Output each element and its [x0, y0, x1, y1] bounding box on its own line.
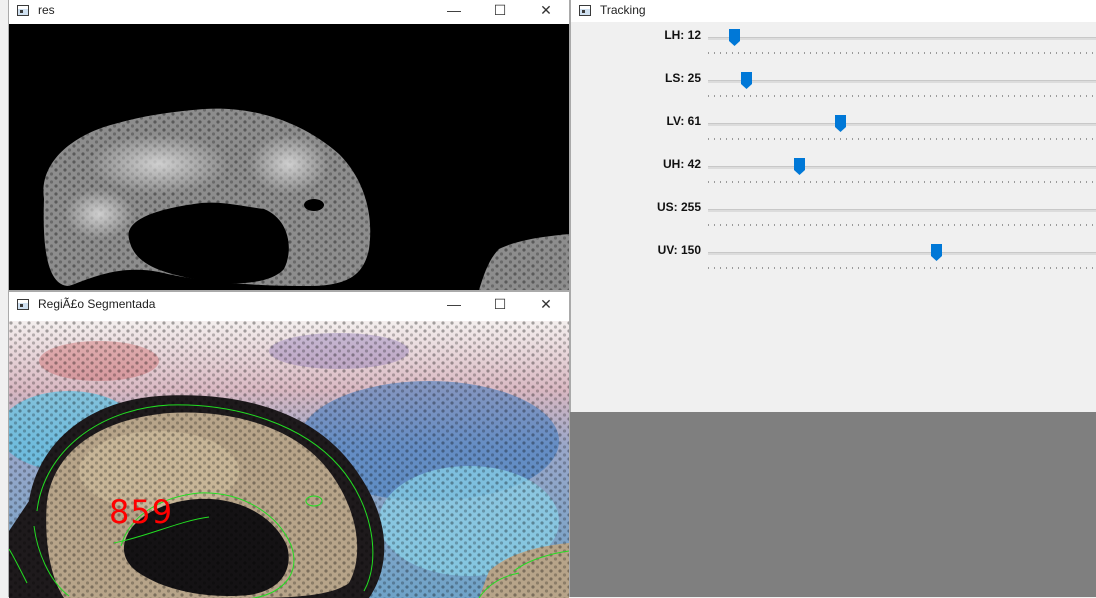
res-image	[9, 24, 569, 290]
trackbar-ticks	[708, 138, 1096, 140]
trackbar-row: UH: 42	[571, 155, 1096, 198]
trackbar-label: LS: 25	[664, 71, 701, 85]
trackbar-label: UV: 150	[657, 243, 701, 257]
segmented-count-label: 859	[109, 493, 174, 531]
trackbar-track[interactable]	[708, 209, 1096, 212]
trackbar-label: UH: 42	[662, 157, 701, 171]
segmented-image: 859	[9, 321, 569, 598]
trackbar-track[interactable]	[708, 166, 1096, 169]
tracking-window[interactable]: Tracking LH: 12 LS: 25 LV: 61 UH: 42 US: 255…	[570, 0, 1096, 412]
trackbar-thumb[interactable]	[729, 29, 740, 46]
trackbar-track[interactable]	[708, 123, 1096, 126]
trackbar-list: LH: 12 LS: 25 LV: 61 UH: 42 US: 255 UV: 150	[571, 26, 1096, 284]
trackbar-row: UV: 150	[571, 241, 1096, 284]
trackbar-thumb[interactable]	[794, 158, 806, 175]
trackbar-label: US: 255	[656, 200, 701, 214]
trackbar-track[interactable]	[708, 37, 1096, 40]
trackbar-row: LH: 12	[571, 26, 1096, 69]
res-mask-image	[43, 108, 569, 290]
res-window-title: res	[38, 3, 55, 17]
close-button[interactable]: ✕	[523, 0, 569, 22]
minimize-button[interactable]: —	[431, 0, 477, 22]
tracking-window-title: Tracking	[600, 3, 646, 17]
maximize-button[interactable]: ☐	[477, 292, 523, 316]
segmented-titlebar[interactable]: RegiÃ£o Segmentada — ☐ ✕	[9, 292, 569, 316]
trackbar-thumb[interactable]	[835, 115, 847, 132]
trackbar-ticks	[708, 181, 1096, 183]
empty-workspace-area	[570, 412, 1096, 597]
trackbar-ticks	[708, 95, 1096, 97]
window-app-icon	[17, 298, 29, 310]
trackbar-thumb[interactable]	[931, 244, 943, 261]
trackbar-thumb[interactable]	[741, 72, 753, 89]
window-app-icon	[579, 4, 591, 16]
tracking-titlebar[interactable]: Tracking	[571, 0, 1096, 22]
trackbar-label: LV: 61	[666, 114, 701, 128]
trackbar-row: LV: 61	[571, 112, 1096, 155]
trackbar-track[interactable]	[708, 80, 1096, 83]
trackbar-row: LS: 25	[571, 69, 1096, 112]
trackbar-ticks	[708, 267, 1096, 269]
window-app-icon	[17, 4, 29, 16]
maximize-button[interactable]: ☐	[477, 0, 523, 22]
trackbar-ticks	[708, 224, 1096, 226]
close-button[interactable]: ✕	[523, 292, 569, 316]
res-window[interactable]: res — ☐ ✕	[8, 0, 570, 291]
trackbar-row: US: 255	[571, 198, 1096, 241]
trackbar-ticks	[708, 52, 1096, 54]
segmented-window-title: RegiÃ£o Segmentada	[38, 297, 156, 311]
segmented-window[interactable]: RegiÃ£o Segmentada — ☐ ✕ 859	[8, 291, 570, 598]
minimize-button[interactable]: —	[431, 292, 477, 316]
res-titlebar[interactable]: res — ☐ ✕	[9, 0, 569, 22]
trackbar-label: LH: 12	[664, 28, 701, 42]
trackbar-track[interactable]	[708, 252, 1096, 255]
segmented-photo	[9, 321, 569, 598]
